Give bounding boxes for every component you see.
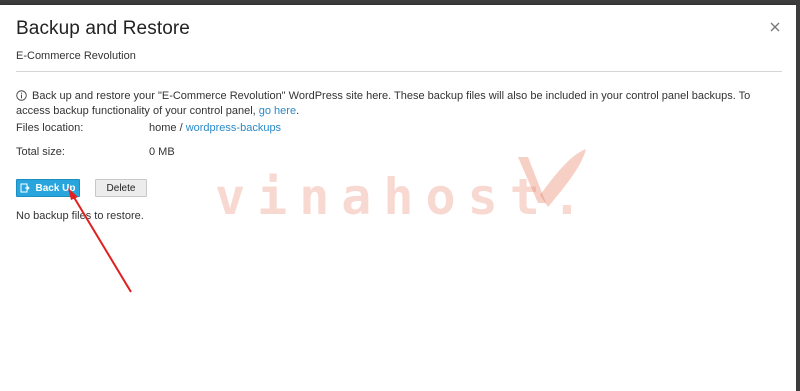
backup-icon xyxy=(20,183,31,193)
backup-restore-dialog: Backup and Restore E-Commerce Revolution… xyxy=(0,5,796,391)
window-edge xyxy=(796,5,800,391)
dialog-title: Backup and Restore xyxy=(16,18,190,39)
delete-button[interactable]: Delete xyxy=(95,179,147,197)
backup-button[interactable]: Back Up xyxy=(16,179,80,197)
delete-button-label: Delete xyxy=(106,182,136,194)
total-size-value: 0 MB xyxy=(149,146,175,158)
info-trailing: . xyxy=(296,105,300,117)
go-here-link[interactable]: go here xyxy=(259,105,296,117)
files-location-prefix: home / xyxy=(149,122,186,134)
dialog-subtitle: E-Commerce Revolution xyxy=(16,50,136,62)
wordpress-backups-link[interactable]: wordpress-backups xyxy=(186,122,281,134)
info-text: Back up and restore your "E-Commerce Rev… xyxy=(16,90,751,117)
empty-backups-message: No backup files to restore. xyxy=(16,210,144,222)
info-icon xyxy=(16,90,27,101)
close-icon[interactable] xyxy=(768,20,782,34)
files-location-value: home / wordpress-backups xyxy=(149,122,281,134)
header-divider xyxy=(16,71,782,72)
files-location-label: Files location: xyxy=(16,122,84,134)
total-size-label: Total size: xyxy=(16,146,65,158)
backup-button-label: Back Up xyxy=(35,182,76,194)
info-message: Back up and restore your "E-Commerce Rev… xyxy=(16,89,756,119)
